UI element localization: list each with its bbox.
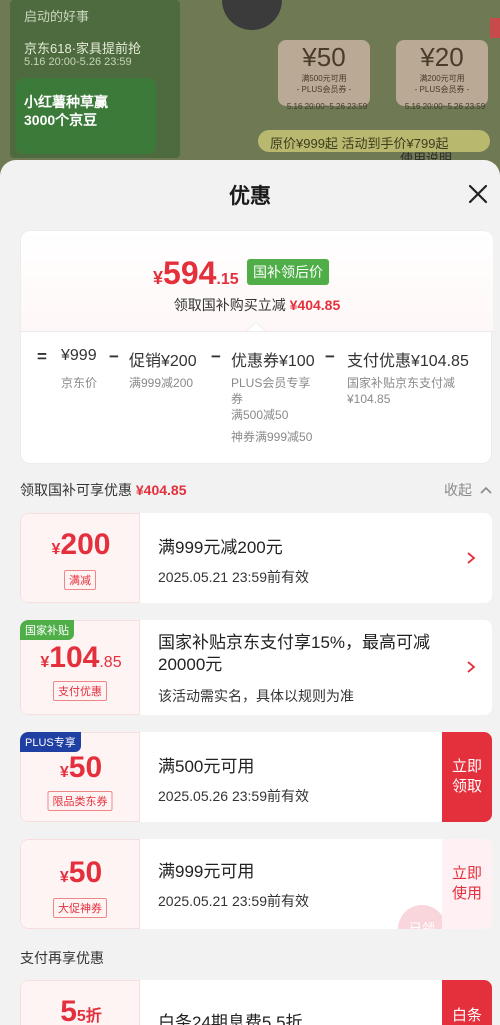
edge-marker <box>490 18 500 38</box>
coupon-amount: ¥200 <box>51 528 111 561</box>
sheet-title: 优惠 <box>229 185 271 208</box>
claim-button[interactable]: 立即 领取 <box>442 732 492 822</box>
coupon-condition: 国家补贴京东支付享15%，最高可减 20000元 <box>158 633 431 674</box>
coupon-condition: 满999元可用 <box>158 862 255 881</box>
coupon-tag: 大促神券 <box>53 898 107 918</box>
coupon-expiry: 2025.05.21 23:59前有效 <box>158 569 309 585</box>
coupon-condition: 白条24期息费5.5折 <box>158 1013 303 1025</box>
coupon-card-full-reduction[interactable]: ¥200 满减 满999元减200元 2025.05.21 23:59前有效 <box>20 513 492 603</box>
formula-promo-label: 满999减200 <box>129 376 194 390</box>
product-page-backdrop[interactable]: 启动的好事 京东618·家具提前抢 5.16 20:00-5.26 23:59 … <box>0 0 500 175</box>
coupon-value-panel: ¥200 满减 <box>20 513 140 603</box>
coupon-card-gov-subsidy[interactable]: ¥104.85 支付优惠 国家补贴 国家补贴京东支付享15%，最高可减 2000… <box>20 620 492 715</box>
coupon-tag: 支付优惠 <box>53 681 107 701</box>
formula-jd-price: ¥999 <box>61 347 97 364</box>
collapse-toggle[interactable]: 收起 <box>444 480 492 500</box>
plus-exclusive-badge: PLUS专享 <box>20 732 81 752</box>
final-price: ¥594.15 <box>153 255 239 291</box>
claimed-stamp: 已领 <box>398 905 446 929</box>
coupon-card-mega-promo[interactable]: ¥50 大促神券 满999元可用 2025.05.21 23:59前有效 已领 … <box>20 839 492 929</box>
coupon-value-panel: 55折 <box>20 980 140 1025</box>
chevron-right-icon[interactable] <box>464 660 478 674</box>
coupon-amount: 55折 <box>60 995 102 1025</box>
formula-payment: 支付优惠¥104.85 <box>347 353 469 370</box>
event-sub: 5.16 20:00-5.26 23:59 <box>24 56 132 68</box>
backdrop-coupon-1: ¥50 满500元可用 - PLUS会员券 - 5.16 20:00~5.26 … <box>278 40 370 111</box>
formula-jd-price-label: 京东价 <box>61 376 98 390</box>
section-title-subsidy: 领取国补可享优惠 ¥404.85 <box>20 482 187 498</box>
price-bar: 原价¥999起 活动到手价¥799起 <box>258 130 490 152</box>
coupon-expiry: 2025.05.26 23:59前有效 <box>158 788 309 804</box>
backdrop-coupon-2: ¥20 满200元可用 - PLUS会员券 - 5.16 20:00~5.26 … <box>396 40 488 111</box>
reduce-line: 领取国补购买立减 ¥404.85 <box>173 297 341 313</box>
minus-sign: − <box>211 347 221 366</box>
banner-text: 启动的好事 <box>24 9 90 24</box>
chevron-right-icon[interactable] <box>464 551 478 565</box>
equals-sign: = <box>37 347 47 366</box>
gov-subsidy-tag: 国补领后价 <box>247 259 329 285</box>
close-icon[interactable] <box>464 180 492 208</box>
avatar <box>222 0 282 30</box>
coupon-tag: 限品类东券 <box>47 791 113 811</box>
formula-payment-label: 国家补贴京东支付减 ¥104.85 <box>347 376 456 406</box>
use-button[interactable]: 立即 使用 <box>442 839 492 929</box>
formula-promo: 促销¥200 <box>129 353 197 370</box>
event-line: 京东618·家具提前抢 <box>24 41 142 56</box>
divider <box>21 331 493 332</box>
price-summary-card: ¥594.15 国补领后价 领取国补购买立减 ¥404.85 = ¥999 京东… <box>20 230 493 464</box>
section-title-payment: 支付再享优惠 <box>20 950 104 966</box>
minus-sign: − <box>109 347 119 366</box>
minus-sign: − <box>325 347 335 366</box>
coupon-amount: ¥50 <box>59 751 103 784</box>
formula-coupon-label: PLUS会员专享 券 满500减50 神券满999减50 <box>231 376 313 444</box>
coupon-value-panel: ¥50 大促神券 <box>20 839 140 929</box>
coupon-expiry: 2025.05.21 23:59前有效 <box>158 893 309 909</box>
formula-coupon: 优惠券¥100 <box>231 353 315 370</box>
coupon-condition: 满500元可用 <box>158 757 255 776</box>
coupon-note: 该活动需实名，具体以规则为准 <box>158 688 354 704</box>
coupon-amount: ¥50 <box>59 856 103 889</box>
baitiao-button[interactable]: 白条 <box>442 980 492 1025</box>
coupon-card-baitiao[interactable]: 55折 白条24期息费5.5折 白条 <box>20 980 492 1025</box>
gov-subsidy-badge: 国家补贴 <box>20 620 74 640</box>
coupon-card-plus[interactable]: ¥50 限品类东券 PLUS专享 满500元可用 2025.05.26 23:5… <box>20 732 492 822</box>
chevron-up-icon <box>480 486 492 494</box>
discount-sheet: 优惠 ¥594.15 国补领后价 领取国补购买立减 ¥404.85 = ¥999… <box>0 160 500 1025</box>
coupon-condition: 满999元减200元 <box>158 538 283 557</box>
promo-line-1: 小红薯种草赢 <box>24 94 108 110</box>
promo-line-2: 3000个京豆 <box>24 112 98 128</box>
coupon-tag: 满减 <box>64 570 96 590</box>
coupon-amount: ¥104.85 <box>40 641 122 674</box>
